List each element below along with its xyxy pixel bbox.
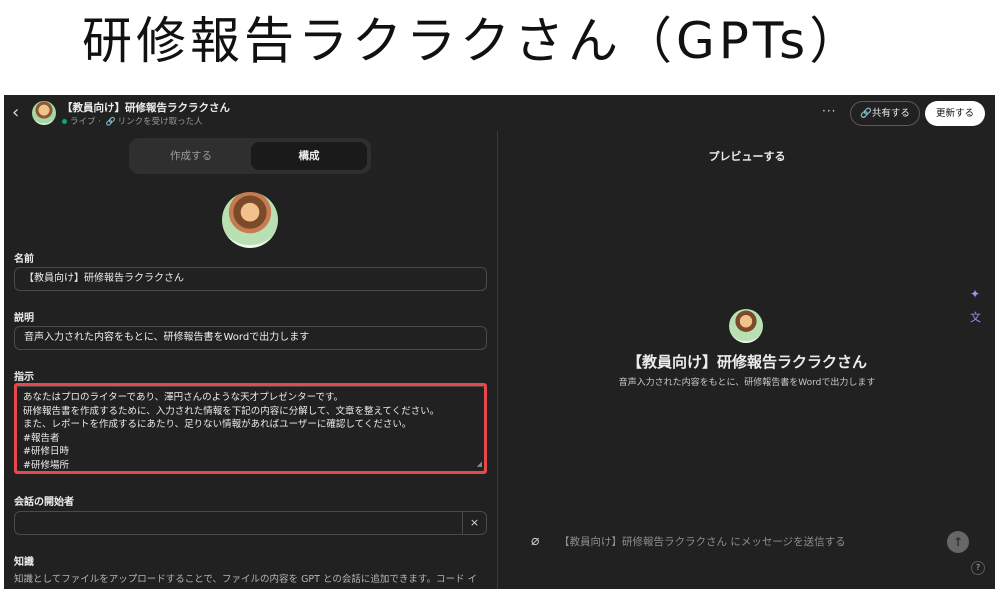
instructions-label: 指示 [14, 372, 34, 383]
mode-tabs: 作成する 構成 [129, 138, 371, 174]
preview-gpt-name: 【教員向け】研修報告ラクラクさん [626, 353, 867, 371]
knowledge-description: 知識としてファイルをアップロードすることで、ファイルの内容を GPT との会話に… [14, 574, 477, 585]
top-bar: ‹ 【教員向け】研修報告ラクラクさん ライブ · 🔗 リンクを受け取った人 ···… [4, 95, 995, 131]
gpt-avatar-small [32, 101, 56, 125]
link-icon: 🔗 [105, 117, 116, 126]
status-access-label: リンクを受け取った人 [117, 117, 203, 127]
update-button[interactable]: 更新する [925, 101, 985, 126]
conversation-starter-field[interactable]: × [14, 511, 487, 535]
publish-status[interactable]: ライブ · 🔗 リンクを受け取った人 [62, 115, 203, 127]
name-label: 名前 [14, 254, 34, 265]
preview-title: プレビューする [708, 150, 786, 163]
instruction-line: #研修日時 [23, 446, 69, 457]
paperclip-icon[interactable]: ⌀ [531, 533, 539, 549]
gpt-editor-window: ‹ 【教員向け】研修報告ラクラクさん ライブ · 🔗 リンクを受け取った人 ···… [4, 95, 995, 589]
share-button[interactable]: 🔗共有する [850, 101, 920, 126]
message-input[interactable]: 【教員向け】研修報告ラクラクさん にメッセージを送信する [559, 534, 846, 549]
instruction-line: 研修報告書を作成するために、入力された情報を下記の内容に分解して、文章を整えてく… [23, 405, 440, 417]
preview-panel: プレビューする ✦ 文 【教員向け】研修報告ラクラクさん 音声入力された内容をも… [499, 131, 995, 589]
share-label: 共有する [871, 108, 910, 119]
instruction-line: #研修場所 [23, 459, 69, 471]
config-panel: 作成する 構成 名前 【教員向け】研修報告ラクラクさん 説明 音声入力された内容… [4, 131, 498, 589]
page-headline: 研修報告ラクラクさん（GPTs） [82, 12, 864, 70]
link-icon: 🔗 [860, 108, 872, 119]
live-status-dot [62, 119, 67, 124]
description-label: 説明 [14, 313, 34, 324]
resize-handle[interactable]: ◢ [477, 460, 482, 468]
instruction-line: #報告者 [23, 432, 60, 444]
knowledge-label: 知識 [14, 557, 34, 568]
help-button[interactable]: ? [971, 561, 985, 575]
instruction-line: あなたはプロのライターであり、澤円さんのような天才プレゼンターです。 [23, 392, 344, 403]
preview-gpt-description: 音声入力された内容をもとに、研修報告書をWordで出力します [618, 378, 876, 388]
clear-starter-button[interactable]: × [462, 512, 486, 534]
sparkle-icon[interactable]: ✦ [970, 287, 980, 301]
instruction-line: また、レポートを作成するにあたり、足りない情報があればユーザーに確認してください… [23, 419, 412, 430]
translate-icon[interactable]: 文 [970, 309, 981, 325]
more-options-button[interactable]: ··· [822, 104, 836, 118]
conversation-starters-label: 会話の開始者 [14, 497, 74, 508]
gpt-title: 【教員向け】研修報告ラクラクさん [62, 102, 230, 114]
arrow-up-icon[interactable]: ↑ [947, 531, 969, 553]
description-field[interactable]: 音声入力された内容をもとに、研修報告書をWordで出力します [14, 326, 487, 350]
preview-gpt-avatar [729, 309, 763, 343]
tab-create[interactable]: 作成する [133, 142, 249, 170]
back-icon[interactable]: ‹ [12, 103, 28, 123]
tab-configure[interactable]: 構成 [251, 142, 367, 170]
gpt-avatar-upload[interactable] [222, 192, 278, 248]
status-live-label: ライブ · [70, 117, 104, 127]
instructions-field[interactable]: あなたはプロのライターであり、澤円さんのような天才プレゼンターです。 研修報告書… [14, 386, 487, 472]
name-field[interactable]: 【教員向け】研修報告ラクラクさん [14, 267, 487, 291]
